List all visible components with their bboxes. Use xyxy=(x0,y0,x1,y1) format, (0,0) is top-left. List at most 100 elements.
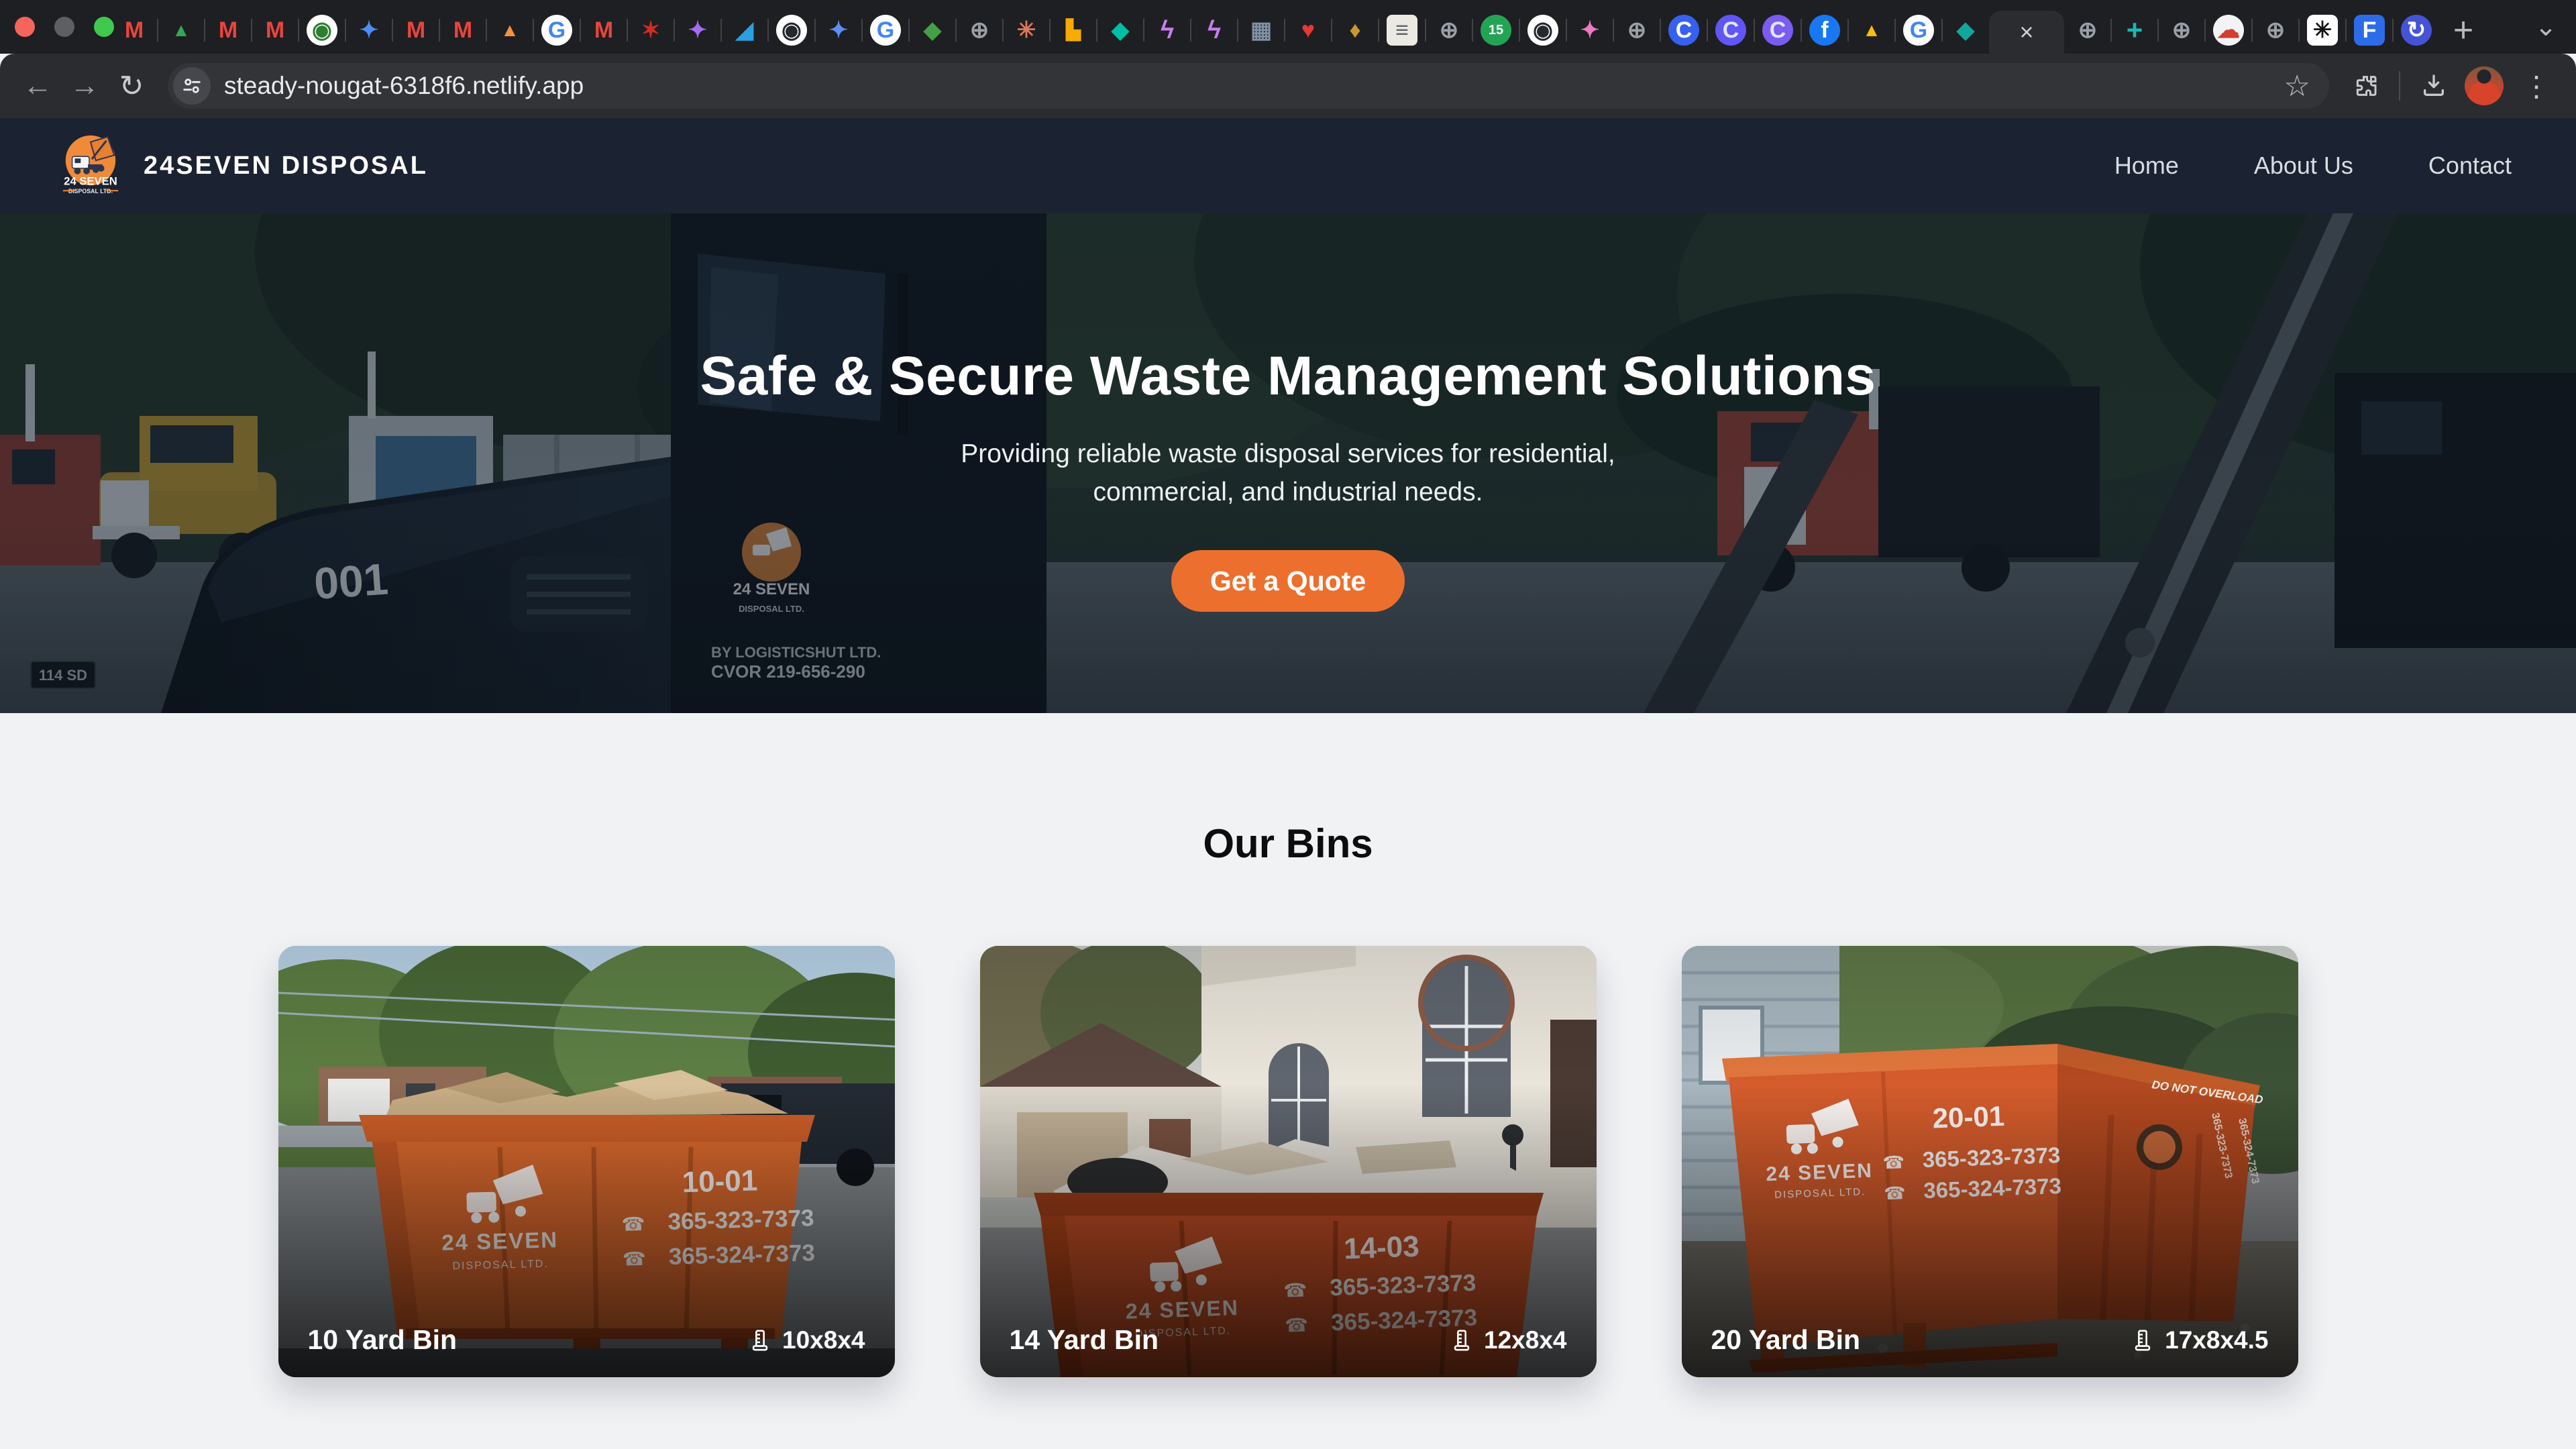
browser-tab[interactable]: ✦ xyxy=(1566,7,1613,54)
browser-tab[interactable]: + xyxy=(2111,7,2158,54)
tab-favicon: 15 xyxy=(1481,15,1511,46)
ruler-icon xyxy=(749,1329,771,1352)
tab-favicon: C xyxy=(1668,15,1699,46)
card-meta: 10 Yard Bin 10x8x4 xyxy=(278,1324,895,1377)
tab-favicon: ⊕ xyxy=(1434,15,1464,46)
window-minimize-button[interactable] xyxy=(54,17,74,37)
browser-tab[interactable]: C xyxy=(1660,7,1707,54)
window-close-button[interactable] xyxy=(15,17,35,37)
browser-tab[interactable]: ϟ xyxy=(1144,7,1191,54)
browser-tab[interactable]: ▲ xyxy=(158,7,205,54)
tab-favicon: ⊕ xyxy=(964,15,995,46)
browser-tab[interactable]: 15 xyxy=(1472,7,1519,54)
url-text[interactable]: steady-nougat-6318f6.netlify.app xyxy=(224,72,2267,100)
browser-tab[interactable]: ⊕ xyxy=(2252,7,2299,54)
nav-link-about[interactable]: About Us xyxy=(2254,152,2353,180)
browser-tab-strip: M▲MM◉✦MM▲GM✶✦◢◉✦G◆⊕✳▙◆ϟϟ▦♥♦≡⊕15◉✦⊕CCCf▲G… xyxy=(0,0,2576,54)
hero-subtitle-line1: Providing reliable waste disposal servic… xyxy=(961,435,1615,473)
browser-tab[interactable]: ▦ xyxy=(1238,7,1285,54)
browser-tab[interactable]: ⊕ xyxy=(2064,7,2111,54)
browser-tab[interactable]: C xyxy=(1754,7,1801,54)
browser-tab[interactable]: ◢ xyxy=(721,7,768,54)
nav-link-contact[interactable]: Contact xyxy=(2428,152,2512,180)
new-tab-button[interactable]: + xyxy=(2440,7,2487,54)
browser-tab[interactable]: ✦ xyxy=(815,7,862,54)
browser-tab[interactable]: G xyxy=(1895,7,1942,54)
browser-tab[interactable]: ▙ xyxy=(1050,7,1097,54)
browser-tab[interactable]: M xyxy=(392,7,439,54)
extensions-icon[interactable] xyxy=(2344,64,2387,107)
tab-favicon: M xyxy=(119,15,150,46)
browser-tab[interactable]: M xyxy=(205,7,252,54)
tab-close-icon[interactable]: × xyxy=(2019,18,2033,46)
tab-favicon: ✶ xyxy=(635,15,666,46)
browser-tab[interactable]: ⊕ xyxy=(1426,7,1472,54)
browser-menu-icon[interactable]: ⋮ xyxy=(2513,70,2560,103)
tab-favicon: M xyxy=(213,15,244,46)
site-settings-icon[interactable] xyxy=(173,67,211,105)
browser-tab[interactable]: ◉ xyxy=(768,7,815,54)
get-a-quote-button[interactable]: Get a Quote xyxy=(1171,550,1405,612)
bookmark-star-icon[interactable]: ☆ xyxy=(2280,69,2314,103)
tab-favicon: ◉ xyxy=(1527,15,1558,46)
browser-tab[interactable]: ♦ xyxy=(1332,7,1379,54)
logo-text-line1: 24 SEVEN xyxy=(64,174,117,187)
tab-favicon: ▲ xyxy=(494,15,525,46)
browser-tab[interactable]: M xyxy=(580,7,627,54)
browser-tab[interactable]: ▲ xyxy=(1848,7,1895,54)
browser-tab[interactable]: ϟ xyxy=(1191,7,1238,54)
tab-favicon: ♦ xyxy=(1340,15,1371,46)
hero-subtitle: Providing reliable waste disposal servic… xyxy=(961,435,1615,511)
browser-tab[interactable]: M xyxy=(111,7,158,54)
tab-favicon: C xyxy=(1715,15,1746,46)
browser-tab[interactable]: G xyxy=(533,7,580,54)
browser-tab[interactable]: ↻ xyxy=(2393,7,2440,54)
tab-favicon: ϟ xyxy=(1152,15,1183,46)
browser-tab[interactable]: ◉ xyxy=(1519,7,1566,54)
browser-tab[interactable]: ◆ xyxy=(1942,7,1989,54)
browser-tab[interactable]: ◆ xyxy=(1097,7,1144,54)
browser-tab[interactable]: ♥ xyxy=(1285,7,1332,54)
tab-list: M▲MM◉✦MM▲GM✶✦◢◉✦G◆⊕✳▙◆ϟϟ▦♥♦≡⊕15◉✦⊕CCCf▲G… xyxy=(111,0,2440,54)
browser-tab[interactable]: ◆ xyxy=(909,7,956,54)
bin-card-10-yard[interactable]: 24 SEVEN DISPOSAL LTD. 10-01 ☎ 365-323-7… xyxy=(278,946,895,1377)
browser-tab[interactable]: ✳ xyxy=(1003,7,1050,54)
browser-tab[interactable]: ⊕ xyxy=(956,7,1003,54)
browser-tab[interactable]: ✦ xyxy=(345,7,392,54)
browser-tab[interactable]: ⊕ xyxy=(2158,7,2205,54)
browser-tab[interactable]: M xyxy=(252,7,299,54)
reload-button[interactable]: ↻ xyxy=(110,64,153,107)
browser-tab[interactable]: ▲ xyxy=(486,7,533,54)
tab-favicon: ▦ xyxy=(1246,15,1277,46)
tab-favicon: ✦ xyxy=(354,15,384,46)
browser-tab[interactable]: C xyxy=(1707,7,1754,54)
browser-tab[interactable]: f xyxy=(1801,7,1848,54)
browser-tab[interactable]: G xyxy=(862,7,909,54)
address-bar[interactable]: steady-nougat-6318f6.netlify.app ☆ xyxy=(168,63,2329,109)
toolbar-divider xyxy=(2399,71,2400,101)
downloads-icon[interactable] xyxy=(2412,64,2455,107)
browser-tab[interactable]: ≡ xyxy=(1379,7,1426,54)
company-logo[interactable]: 24 SEVEN DISPOSAL LTD. xyxy=(58,133,123,199)
browser-tab-active[interactable]: × xyxy=(1989,11,2064,54)
browser-tab[interactable]: ✳ xyxy=(2299,7,2346,54)
tab-favicon: ⊕ xyxy=(2260,15,2291,46)
tab-search-button[interactable]: ⌄ xyxy=(2526,9,2565,44)
browser-tab[interactable]: ◉ xyxy=(299,7,345,54)
tab-favicon: ↻ xyxy=(2401,15,2432,46)
tab-favicon: ◉ xyxy=(307,15,337,46)
back-button[interactable]: ← xyxy=(16,64,59,107)
profile-avatar[interactable] xyxy=(2465,66,2504,105)
forward-button[interactable]: → xyxy=(63,64,106,107)
browser-tab[interactable]: F xyxy=(2346,7,2393,54)
browser-tab[interactable]: ⊕ xyxy=(1613,7,1660,54)
bin-card-14-yard[interactable]: 24 SEVEN DISPOSAL LTD. 14-03 ☎ 365-323-7… xyxy=(980,946,1597,1377)
nav-link-home[interactable]: Home xyxy=(2114,152,2179,180)
browser-tab[interactable]: ☁ xyxy=(2205,7,2252,54)
tab-favicon: ▲ xyxy=(1856,15,1887,46)
browser-tab[interactable]: ✶ xyxy=(627,7,674,54)
browser-tab[interactable]: ✦ xyxy=(674,7,721,54)
browser-tab[interactable]: M xyxy=(439,7,486,54)
bin-name: 14 Yard Bin xyxy=(1010,1324,1159,1356)
bin-card-20-yard[interactable]: 24 SEVEN DISPOSAL LTD. 20-01 ☎ 365-323-7… xyxy=(1682,946,2298,1377)
